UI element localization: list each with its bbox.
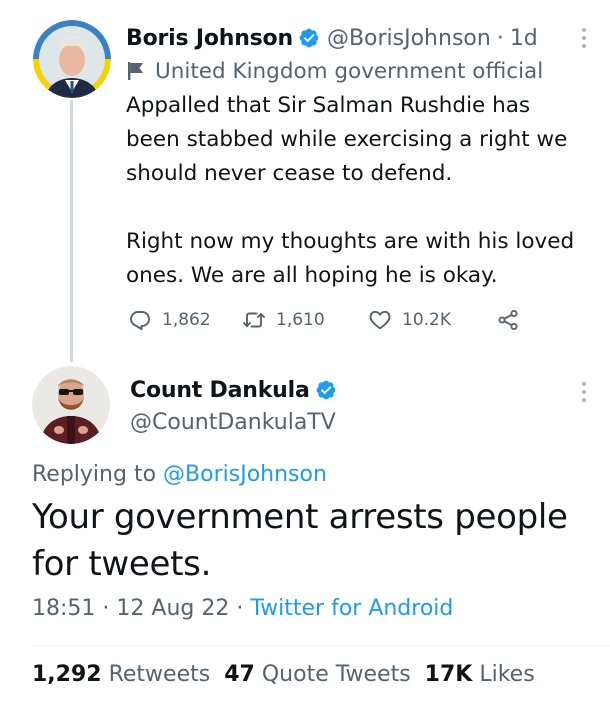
- meta-separator: ·: [102, 596, 110, 621]
- avatar-image: [32, 366, 110, 444]
- separator-dot: ·: [496, 25, 504, 51]
- tweet-line: Right now my thoughts are with his loved: [126, 229, 575, 254]
- more-options-icon[interactable]: [574, 380, 594, 404]
- retweets-count: 1,292: [32, 662, 102, 687]
- government-label[interactable]: United Kingdom government official: [126, 56, 543, 86]
- boris-johnson-avatar[interactable]: [33, 20, 111, 98]
- author-name[interactable]: Count Dankula: [130, 378, 310, 403]
- share-button[interactable]: [496, 305, 520, 335]
- replying-to-prefix: Replying to: [32, 462, 157, 487]
- count-dankula-avatar[interactable]: [32, 366, 110, 444]
- tweet-line: ones. We are all hoping he is okay.: [126, 263, 498, 288]
- author-name[interactable]: Boris Johnson: [126, 26, 293, 51]
- focused-tweet-author: Count Dankula: [130, 374, 344, 406]
- quotes-label: Quote Tweets: [261, 662, 411, 687]
- likes-stat[interactable]: 17K Likes: [425, 662, 535, 687]
- tweet-time[interactable]: 1d: [510, 26, 538, 51]
- tweet-line: been stabbed while exercising a right we: [126, 127, 568, 152]
- tweet-date[interactable]: 12 Aug 22: [116, 596, 229, 621]
- government-flag-icon: [128, 62, 143, 80]
- tweet-meta: 18:51 · 12 Aug 22 · Twitter for Android: [32, 596, 453, 621]
- likes-label: Likes: [479, 662, 535, 687]
- verified-badge-icon: [316, 380, 336, 400]
- engagement-stats: 1,292 Retweets 47 Quote Tweets 17K Likes: [32, 662, 535, 687]
- meta-separator: ·: [236, 596, 244, 621]
- divider: [32, 645, 610, 646]
- like-count: 10.2K: [402, 310, 451, 330]
- replying-to-mention[interactable]: @BorisJohnson: [163, 462, 327, 487]
- share-icon: [498, 309, 518, 331]
- reply-count: 1,862: [162, 310, 211, 330]
- quotes-stat[interactable]: 47 Quote Tweets: [224, 662, 410, 687]
- likes-count: 17K: [424, 662, 473, 687]
- verified-badge-icon: [299, 28, 319, 48]
- like-button[interactable]: 10.2K: [368, 305, 496, 335]
- reply-icon: [130, 311, 150, 331]
- tweet-line: Your government arrests people: [32, 497, 568, 537]
- thread-connector-line: [70, 100, 73, 362]
- tweet-line: Appalled that Sir Salman Rushdie has: [126, 93, 531, 118]
- retweets-label: Retweets: [108, 662, 211, 687]
- avatar-image: [33, 20, 111, 98]
- retweets-stat[interactable]: 1,292 Retweets: [32, 662, 210, 687]
- tweet-timestamp[interactable]: 18:51: [32, 596, 95, 621]
- retweet-button[interactable]: 1,610: [242, 305, 368, 335]
- parent-tweet-text: Appalled that Sir Salman Rushdie has bee…: [126, 89, 604, 293]
- author-handle[interactable]: @BorisJohnson: [327, 26, 491, 51]
- heart-icon: [369, 310, 391, 330]
- quotes-count: 47: [224, 662, 255, 687]
- tweet-line: should never cease to defend.: [126, 161, 453, 186]
- reply-button[interactable]: 1,862: [128, 305, 242, 335]
- retweet-icon: [243, 312, 265, 328]
- parent-tweet-header: Boris Johnson @BorisJohnson · 1d: [126, 20, 538, 56]
- focused-tweet-text: Your government arrests people for tweet…: [32, 494, 592, 588]
- replying-to-line: Replying to @BorisJohnson: [32, 462, 327, 487]
- tweet-action-bar: 1,862 1,610 10.2K: [128, 305, 520, 335]
- retweet-count: 1,610: [276, 310, 325, 330]
- author-handle[interactable]: @CountDankulaTV: [130, 410, 336, 435]
- tweet-source[interactable]: Twitter for Android: [250, 596, 453, 621]
- label-text: United Kingdom government official: [155, 58, 544, 84]
- tweet-line: for tweets.: [32, 544, 212, 584]
- more-options-icon[interactable]: [574, 26, 594, 50]
